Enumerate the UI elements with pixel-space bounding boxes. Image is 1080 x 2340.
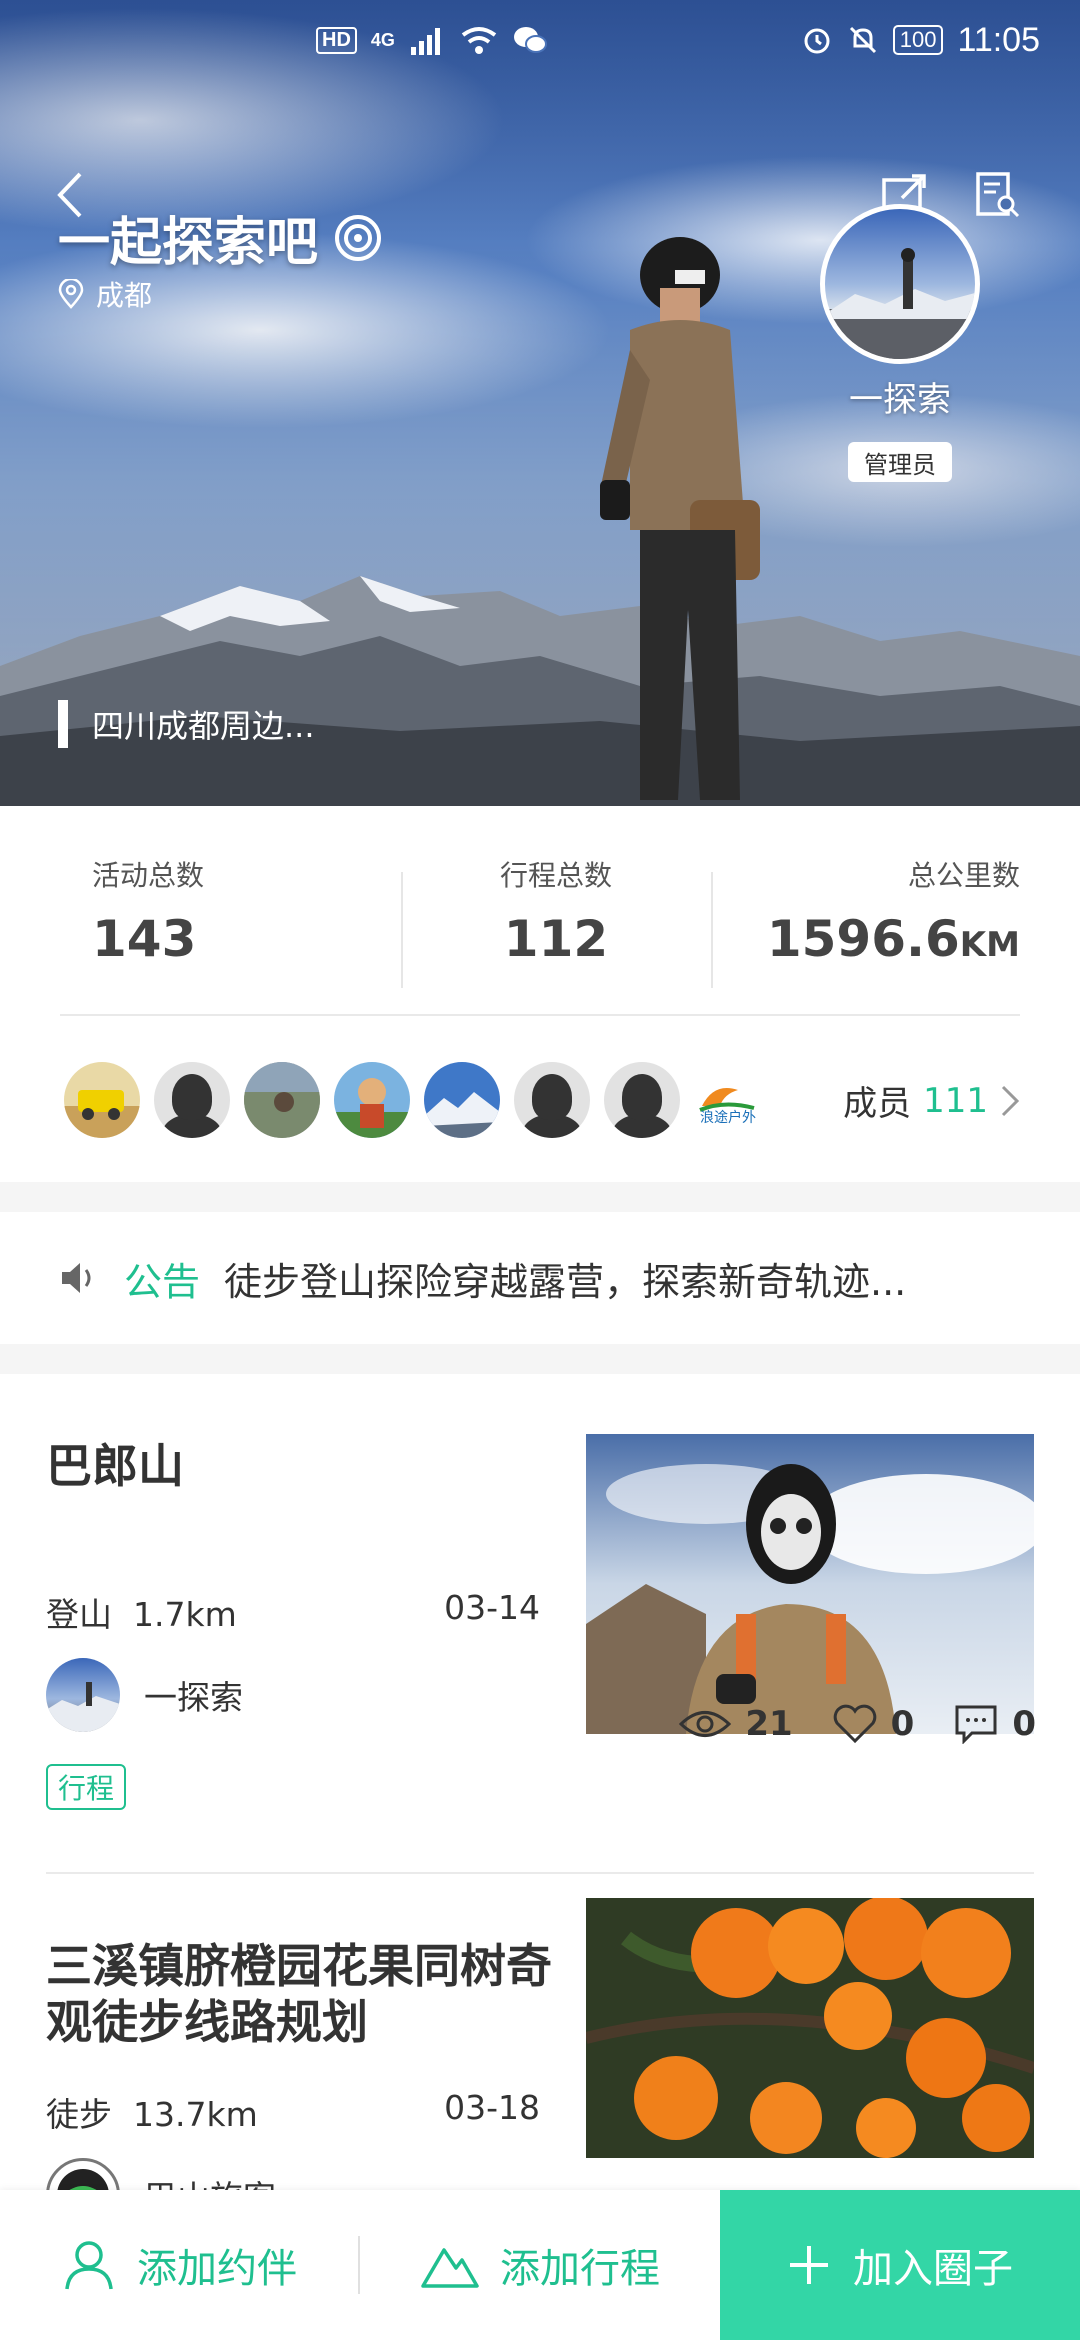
member-count-link[interactable]: 成员 111 (843, 1076, 1020, 1125)
chevron-right-icon (1001, 1085, 1020, 1116)
member-avatar[interactable] (154, 1062, 230, 1138)
comment-icon (955, 1705, 997, 1744)
view-count: 21 (745, 1704, 793, 1744)
divider (60, 1014, 1020, 1016)
author-avatar (46, 1658, 120, 1732)
member-avatar[interactable] (64, 1062, 140, 1138)
add-trip-label: 添加行程 (500, 2246, 660, 2292)
trip-date: 03-14 (444, 1588, 540, 1627)
member-avatar[interactable] (244, 1062, 320, 1138)
trip-distance: 13.7km (132, 2095, 258, 2134)
status-time: 11:05 (957, 20, 1040, 59)
location-row: 成都 (58, 274, 152, 314)
comment-count: 0 (1012, 1704, 1036, 1744)
trip-date: 03-18 (444, 2088, 540, 2127)
signal-icon (410, 28, 440, 55)
trip-type: 登山 (46, 1595, 112, 1634)
trip-tag: 行程 (46, 1764, 127, 1810)
feed-item-image[interactable] (586, 1898, 1034, 2158)
likes-group[interactable]: 0 (833, 1704, 915, 1744)
heart-icon (833, 1704, 876, 1744)
feed-item-meta: 徒步 13.7km 03-18 (46, 2088, 540, 2136)
add-partner-label: 添加约伴 (137, 2246, 297, 2292)
alarm-icon (804, 28, 830, 54)
distance-number: 1596.6 (766, 910, 960, 968)
member-logo-text: 浪途户外 (700, 1109, 756, 1126)
group-title-row: 一起探索吧 (58, 200, 384, 275)
stat-distance: 总公里数 1596.6KM (710, 854, 1020, 988)
group-description[interactable]: 四川成都周边... (58, 700, 315, 748)
member-avatar[interactable] (424, 1062, 500, 1138)
stat-label: 活动总数 (92, 859, 205, 892)
stat-label: 行程总数 (499, 859, 612, 892)
description-accent-bar (58, 700, 68, 748)
group-cover: HD 4G 100 11:05 一起探索吧 成都 一探索 管理员 四川成都周边.… (0, 0, 1080, 806)
plus-icon (790, 2246, 828, 2284)
location-pin-icon (58, 279, 84, 309)
trip-type: 徒步 (46, 2095, 112, 2134)
announcement-text: 徒步登山探险穿越露营，探索新奇轨迹... (224, 1259, 907, 1304)
announcement-tag: 公告 (124, 1259, 201, 1304)
verified-swirl-icon (335, 214, 382, 261)
feed-item-image[interactable] (586, 1434, 1034, 1734)
join-group-button[interactable]: 加入圈子 (720, 2190, 1080, 2340)
stat-trips: 行程总数 112 (401, 854, 710, 988)
group-title: 一起探索吧 (58, 213, 319, 273)
mute-bell-icon (849, 26, 876, 54)
join-group-label: 加入圈子 (853, 2246, 1013, 2292)
like-count: 0 (890, 1704, 915, 1744)
member-avatar[interactable] (514, 1062, 590, 1138)
hiker-figure (600, 237, 760, 800)
member-count: 111 (923, 1080, 988, 1121)
stat-label: 总公里数 (907, 859, 1020, 892)
comments-group[interactable]: 0 (954, 1704, 1036, 1744)
network-type: 4G (370, 29, 395, 50)
stat-value: 143 (92, 910, 197, 968)
member-avatar[interactable]: 浪途户外 (694, 1062, 770, 1138)
mountain-icon (421, 2248, 479, 2288)
description-text: 四川成都周边... (92, 707, 315, 745)
add-partner-button[interactable]: 添加约伴 (0, 2190, 358, 2340)
battery-indicator: 100 (892, 25, 944, 55)
mountain-backdrop (0, 576, 1080, 806)
announcement-bar[interactable]: 公告 徒步登山探险穿越露营，探索新奇轨迹... (0, 1212, 1080, 1344)
views-group: 21 (679, 1704, 793, 1744)
wifi-icon (461, 27, 497, 54)
feed-item-meta: 登山 1.7km 03-14 (46, 1588, 540, 1636)
hd-badge: HD (316, 26, 357, 54)
speaker-icon (62, 1263, 91, 1293)
stat-value: 1596.6KM (711, 910, 1020, 968)
member-label: 成员 (843, 1084, 912, 1124)
stat-value: 112 (503, 910, 609, 968)
feed-item-stats: 21 0 0 (679, 1704, 1036, 1744)
distance-unit: KM (959, 925, 1020, 965)
admin-role-badge: 管理员 (848, 442, 952, 482)
trip-type-distance: 徒步 13.7km (46, 2088, 258, 2136)
stats-row: 活动总数 143 行程总数 112 总公里数 1596.6KM (60, 854, 1020, 988)
member-avatars[interactable]: 浪途户外 (64, 1062, 770, 1138)
person-icon (65, 2241, 113, 2290)
location-text: 成都 (96, 279, 153, 312)
stat-activities: 活动总数 143 (60, 854, 401, 974)
feed-item[interactable]: 巴郎山 登山 1.7km 03-14 一探索 行程 21 0 0 (0, 1374, 1080, 1884)
add-trip-button[interactable]: 添加行程 (360, 2190, 720, 2340)
trip-distance: 1.7km (132, 1595, 237, 1634)
stats-card: 活动总数 143 行程总数 112 总公里数 1596.6KM 浪途户外 成员 … (0, 806, 1080, 1182)
admin-avatar[interactable] (820, 204, 980, 364)
feed-item-author[interactable]: 一探索 (46, 1658, 243, 1732)
member-avatar[interactable] (334, 1062, 410, 1138)
feed-item-title: 巴郎山 (46, 1439, 184, 1493)
status-bar: HD 4G 100 11:05 (0, 0, 1080, 80)
feed-item-title: 三溪镇脐橙园花果同树奇观徒步线路规划 (46, 1939, 552, 2049)
bottom-action-bar: 添加约伴 添加行程 加入圈子 (0, 2190, 1080, 2340)
report-search-icon[interactable] (972, 170, 1022, 220)
eye-icon (679, 1711, 732, 1737)
admin-name: 一探索 (849, 380, 951, 420)
trip-type-distance: 登山 1.7km (46, 1588, 237, 1636)
wechat-icon (513, 27, 547, 53)
member-avatar[interactable] (604, 1062, 680, 1138)
author-name: 一探索 (144, 1678, 243, 1717)
